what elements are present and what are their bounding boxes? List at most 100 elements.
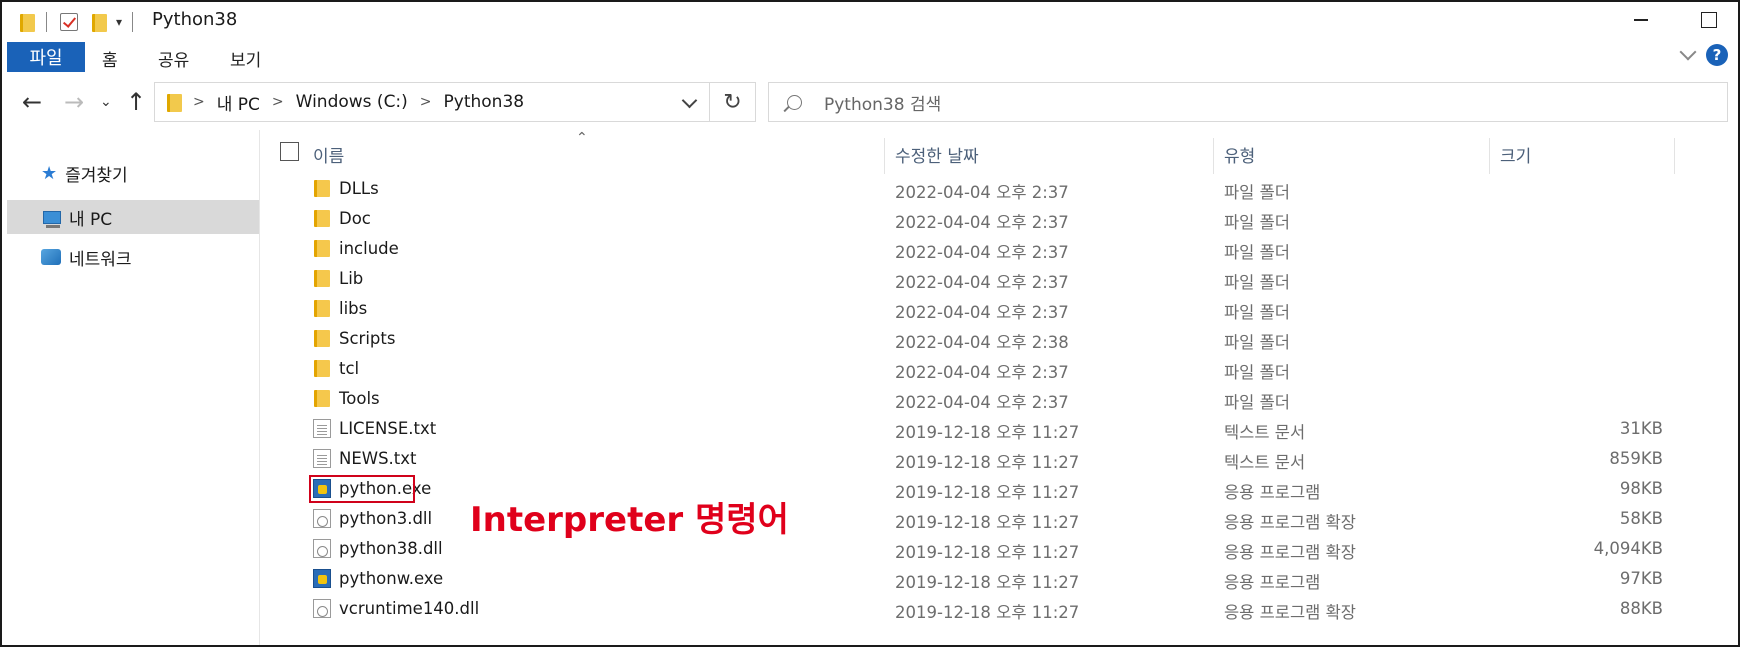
file-type: 파일 폴더 bbox=[1224, 363, 1290, 382]
tab-file[interactable]: 파일 bbox=[7, 42, 85, 72]
search-placeholder: Python38 검색 bbox=[824, 94, 942, 115]
file-size: 859KB bbox=[1609, 449, 1663, 468]
forward-arrow-icon[interactable]: → bbox=[64, 88, 84, 116]
file-type: 응용 프로그램 확장 bbox=[1224, 543, 1356, 562]
column-divider[interactable] bbox=[1674, 138, 1675, 174]
file-type: 응용 프로그램 확장 bbox=[1224, 513, 1356, 532]
address-bar[interactable]: > 내 PC > Windows (C:) > Python38 bbox=[154, 82, 710, 122]
column-header-row: ⌃ 이름 수정한 날짜 유형 크기 bbox=[260, 130, 1740, 176]
nav-item-label: 네트워크 bbox=[69, 249, 132, 270]
file-row[interactable]: tcl 2022-04-04 오후 2:37 파일 폴더 bbox=[260, 356, 1740, 383]
maximize-button[interactable] bbox=[1680, 2, 1738, 38]
customize-dropdown-icon[interactable]: ▾ bbox=[116, 15, 122, 29]
file-date: 2022-04-04 오후 2:37 bbox=[895, 393, 1069, 412]
file-date: 2022-04-04 오후 2:37 bbox=[895, 213, 1069, 232]
folder-icon bbox=[313, 329, 331, 348]
file-name: vcruntime140.dll bbox=[339, 599, 480, 618]
file-row[interactable]: Lib 2022-04-04 오후 2:37 파일 폴더 bbox=[260, 266, 1740, 293]
file-row[interactable]: NEWS.txt 2019-12-18 오후 11:27 텍스트 문서 859KB bbox=[260, 446, 1740, 473]
file-type: 텍스트 문서 bbox=[1224, 423, 1306, 442]
refresh-icon: ↻ bbox=[723, 89, 742, 115]
python-exe-icon bbox=[313, 569, 331, 588]
highlight-box bbox=[309, 475, 415, 503]
file-date: 2019-12-18 오후 11:27 bbox=[895, 423, 1080, 442]
breadcrumb-drive[interactable]: Windows (C:) bbox=[296, 92, 408, 112]
folder-icon bbox=[313, 269, 331, 288]
file-date: 2019-12-18 오후 11:27 bbox=[895, 483, 1080, 502]
column-divider[interactable] bbox=[884, 138, 885, 174]
address-row: ← → ⌄ ↑ > 내 PC > Windows (C:) > Python38… bbox=[2, 78, 1738, 126]
file-row[interactable]: vcruntime140.dll 2019-12-18 오후 11:27 응용 프로… bbox=[260, 596, 1740, 623]
tab-share[interactable]: 공유 bbox=[158, 46, 189, 71]
file-row[interactable]: DLLs 2022-04-04 오후 2:37 파일 폴더 bbox=[260, 176, 1740, 203]
refresh-button[interactable]: ↻ bbox=[710, 82, 756, 122]
chevron-right-icon[interactable]: > bbox=[272, 94, 284, 110]
search-input[interactable]: Python38 검색 bbox=[768, 82, 1728, 122]
expand-ribbon-icon[interactable] bbox=[1679, 43, 1697, 61]
new-folder-icon[interactable] bbox=[90, 12, 107, 32]
file-type: 파일 폴더 bbox=[1224, 213, 1290, 232]
navigation-pane: ★ 즐겨찾기 내 PC 네트워크 bbox=[2, 130, 260, 645]
back-arrow-icon[interactable]: ← bbox=[22, 88, 42, 116]
file-size: 97KB bbox=[1619, 569, 1663, 588]
breadcrumb-current[interactable]: Python38 bbox=[444, 92, 525, 112]
pc-icon bbox=[43, 210, 61, 228]
tab-home[interactable]: 홈 bbox=[102, 46, 118, 71]
chevron-right-icon[interactable]: > bbox=[420, 94, 432, 110]
column-header-date[interactable]: 수정한 날짜 bbox=[895, 142, 979, 167]
help-icon[interactable]: ? bbox=[1706, 44, 1728, 66]
folder-icon bbox=[18, 12, 35, 32]
select-all-checkbox[interactable] bbox=[280, 142, 299, 161]
file-row[interactable]: libs 2022-04-04 오후 2:37 파일 폴더 bbox=[260, 296, 1740, 323]
file-type: 응용 프로그램 bbox=[1224, 483, 1321, 502]
file-date: 2019-12-18 오후 11:27 bbox=[895, 603, 1080, 622]
folder-icon bbox=[313, 389, 331, 408]
file-row[interactable]: include 2022-04-04 오후 2:37 파일 폴더 bbox=[260, 236, 1740, 263]
title-bar: ▾ Python38 ✕ bbox=[2, 2, 1738, 40]
divider bbox=[132, 12, 134, 32]
file-type: 텍스트 문서 bbox=[1224, 453, 1306, 472]
properties-icon[interactable] bbox=[60, 13, 78, 31]
column-header-size[interactable]: 크기 bbox=[1500, 142, 1531, 167]
file-row[interactable]: Tools 2022-04-04 오후 2:37 파일 폴더 bbox=[260, 386, 1740, 413]
chevron-right-icon[interactable]: > bbox=[193, 94, 205, 110]
explorer-window: ▾ Python38 ✕ 파일 홈 공유 보기 ? ← → ⌄ ↑ > 내 PC… bbox=[0, 0, 1740, 647]
file-date: 2019-12-18 오후 11:27 bbox=[895, 513, 1080, 532]
file-row[interactable]: LICENSE.txt 2019-12-18 오후 11:27 텍스트 문서 31KB bbox=[260, 416, 1740, 443]
dll-file-icon bbox=[313, 599, 331, 618]
file-type: 파일 폴더 bbox=[1224, 273, 1290, 292]
nav-item-network[interactable]: 네트워크 bbox=[7, 240, 259, 274]
file-name: Lib bbox=[339, 269, 364, 288]
file-row[interactable]: Scripts 2022-04-04 오후 2:38 파일 폴더 bbox=[260, 326, 1740, 353]
column-divider[interactable] bbox=[1213, 138, 1214, 174]
file-type: 파일 폴더 bbox=[1224, 393, 1290, 412]
file-name: LICENSE.txt bbox=[339, 419, 437, 438]
column-header-name[interactable]: 이름 bbox=[313, 142, 344, 167]
breadcrumb-this-pc[interactable]: 내 PC bbox=[217, 90, 260, 115]
star-icon: ★ bbox=[41, 162, 58, 184]
text-file-icon bbox=[313, 419, 331, 438]
folder-icon bbox=[313, 359, 331, 378]
ribbon-right-controls: ? bbox=[1679, 43, 1728, 66]
nav-item-this-pc[interactable]: 내 PC bbox=[7, 200, 259, 234]
file-type: 파일 폴더 bbox=[1224, 303, 1290, 322]
column-header-type[interactable]: 유형 bbox=[1224, 142, 1255, 167]
file-name: libs bbox=[339, 299, 368, 318]
annotation-label: Interpreter 명령어 bbox=[470, 500, 789, 540]
quick-access-buttons: ▾ bbox=[60, 10, 134, 34]
file-type: 파일 폴더 bbox=[1224, 243, 1290, 262]
file-name: Scripts bbox=[339, 329, 396, 348]
minimize-button[interactable] bbox=[1612, 2, 1670, 38]
tab-view[interactable]: 보기 bbox=[230, 46, 261, 71]
up-arrow-icon[interactable]: ↑ bbox=[126, 88, 146, 116]
recent-locations-icon[interactable]: ⌄ bbox=[100, 94, 112, 110]
file-row[interactable]: Doc 2022-04-04 오후 2:37 파일 폴더 bbox=[260, 206, 1740, 233]
address-dropdown-icon[interactable] bbox=[681, 92, 698, 109]
nav-item-favorites[interactable]: ★ 즐겨찾기 bbox=[7, 156, 259, 190]
file-row[interactable]: pythonw.exe 2019-12-18 오후 11:27 응용 프로그램 97K… bbox=[260, 566, 1740, 593]
network-icon bbox=[41, 249, 61, 265]
nav-item-label: 즐겨찾기 bbox=[65, 165, 128, 186]
column-divider[interactable] bbox=[1489, 138, 1490, 174]
window-title: Python38 bbox=[152, 9, 238, 30]
file-size: 98KB bbox=[1619, 479, 1663, 498]
